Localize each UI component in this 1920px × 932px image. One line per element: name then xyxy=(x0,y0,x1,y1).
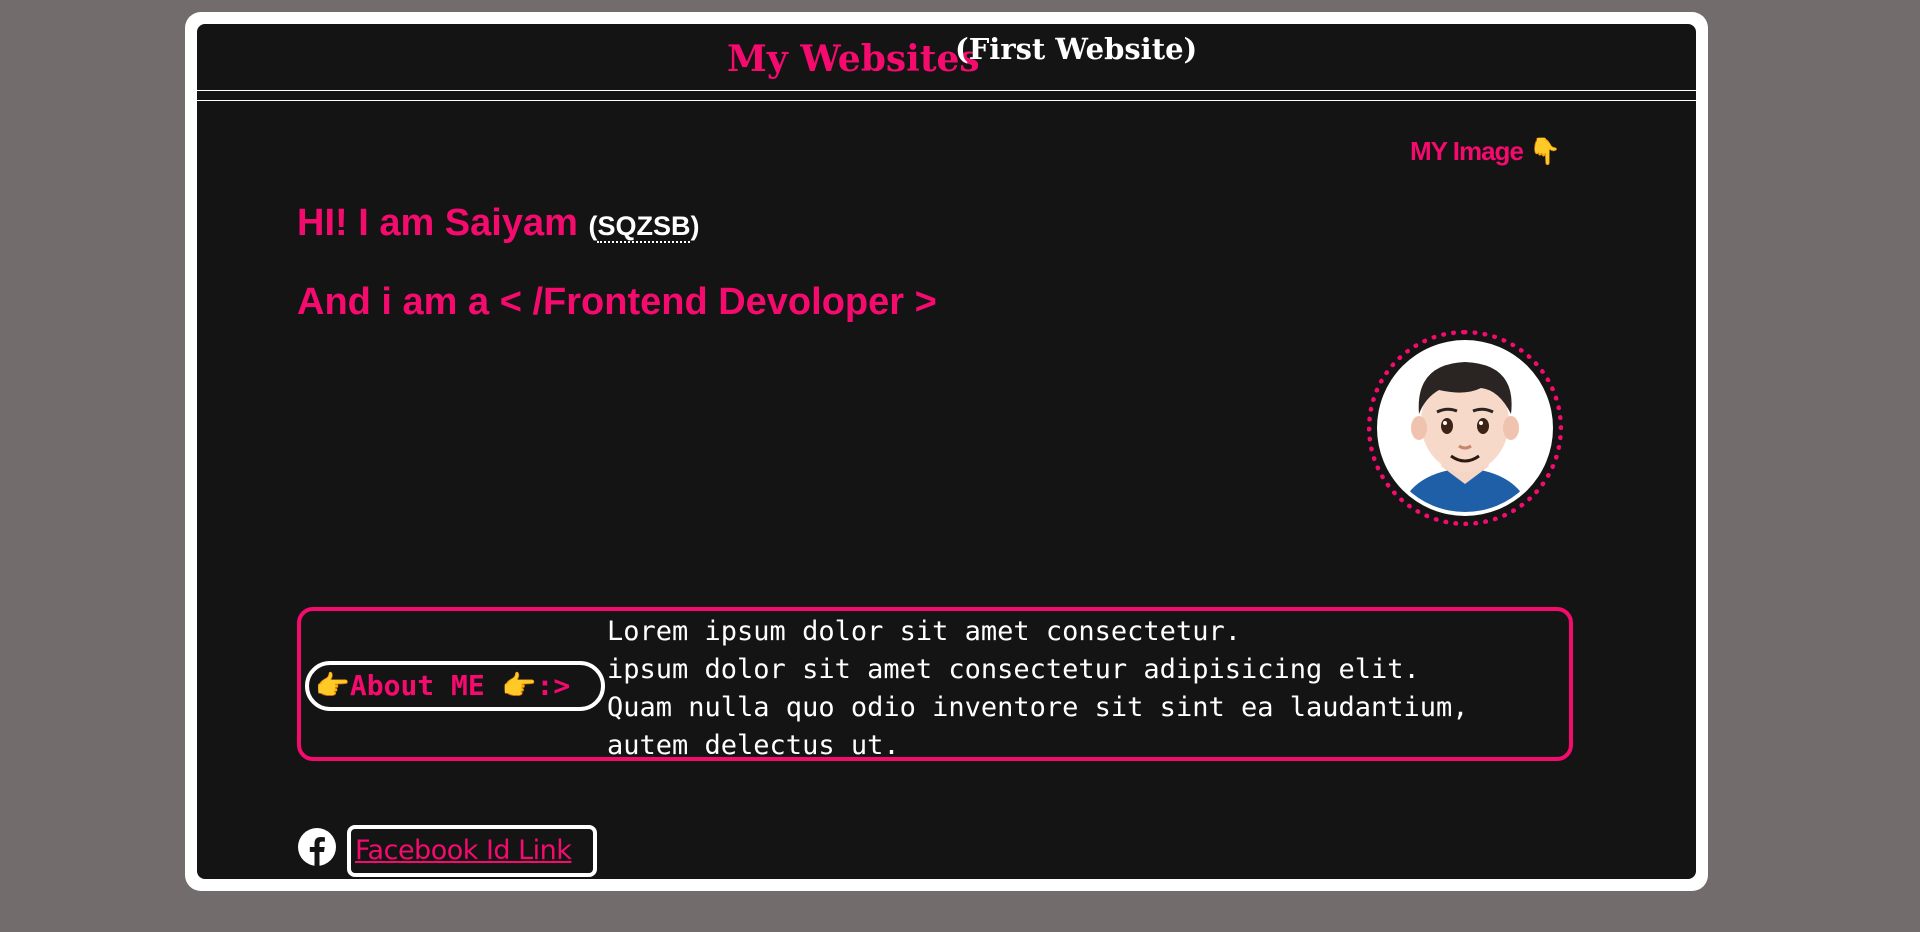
about-line: Lorem ipsum dolor sit amet consectetur. xyxy=(607,616,1241,647)
facebook-link-box: Facebook Id Link xyxy=(347,825,597,877)
facebook-icon xyxy=(297,827,337,867)
about-me-label: About ME xyxy=(349,669,485,702)
site-title: My Websites xyxy=(727,38,980,80)
my-image-text: MY Image xyxy=(1410,136,1524,166)
nickname-abbr: SQZSB xyxy=(597,211,691,243)
pointing-down-icon: 👇 xyxy=(1528,136,1561,166)
about-me-suffix: :> xyxy=(536,669,571,702)
content-panel: My Websites (First Website) MY Image 👇 HI… xyxy=(197,24,1696,879)
about-me-badge: 👉About ME 👉:> xyxy=(305,661,605,711)
header-divider-bottom xyxy=(197,100,1696,101)
header-divider-top xyxy=(197,90,1696,91)
role-heading: And i am a < /Frontend Devoloper > xyxy=(297,281,937,323)
my-image-label: MY Image 👇 xyxy=(1410,136,1561,167)
nickname: (SQZSB) xyxy=(588,211,699,243)
facebook-link[interactable]: Facebook Id Link xyxy=(355,835,572,866)
pointing-right-icon: 👉 xyxy=(315,669,350,702)
about-line: ipsum dolor sit amet consectetur adipisi… xyxy=(607,654,1420,685)
avatar xyxy=(1367,330,1563,526)
about-description: Lorem ipsum dolor sit amet consectetur. … xyxy=(607,613,1567,765)
about-line: Quam nulla quo odio inventore sit sint e… xyxy=(607,692,1469,723)
about-line: autem delectus ut. xyxy=(607,730,900,761)
greeting-text: HI! I am Saiyam xyxy=(297,202,589,244)
pointing-right-icon: 👉 xyxy=(501,669,537,702)
greeting-heading: HI! I am Saiyam (SQZSB) xyxy=(297,202,699,245)
man-avatar-icon xyxy=(1377,340,1553,516)
nickname-close-paren: ) xyxy=(690,211,700,241)
about-section: 👉About ME 👉:> Lorem ipsum dolor sit amet… xyxy=(297,607,1573,761)
site-header: My Websites (First Website) xyxy=(197,24,1696,90)
site-subtitle: (First Website) xyxy=(955,32,1198,66)
page-frame: My Websites (First Website) MY Image 👇 HI… xyxy=(185,12,1708,891)
